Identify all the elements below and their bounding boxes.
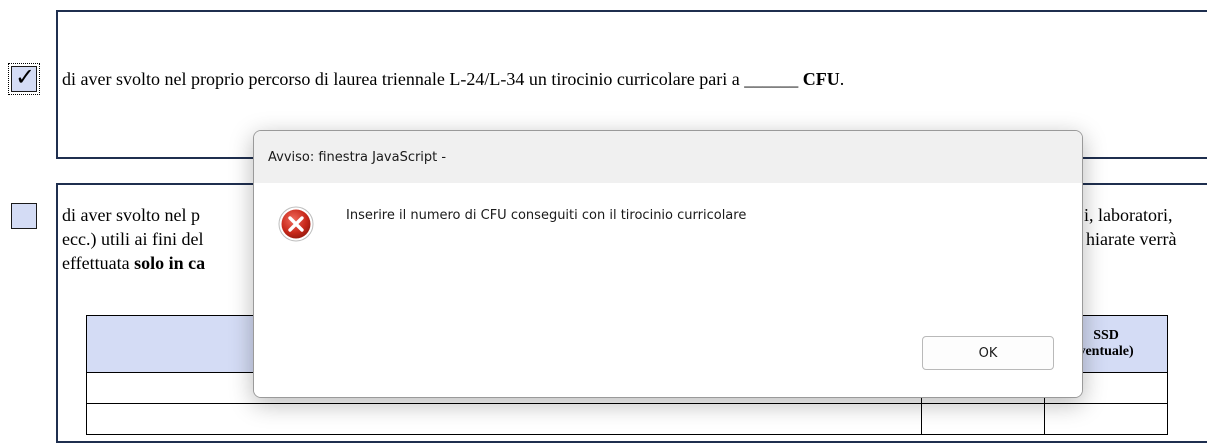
declaration-text-2-line3: effettuata solo in ca (62, 251, 205, 275)
cfu-checkbox-checked[interactable]: ✓ (8, 63, 40, 95)
declaration-text-2-line2-right: hiarate verrà (1086, 229, 1177, 249)
declaration-text-2-line1-left: di aver svolto nel p (62, 205, 200, 225)
period: . (839, 69, 845, 89)
table-cell[interactable] (1044, 402, 1168, 436)
table-row (85, 402, 1168, 436)
declaration-text-2-line2-left: ecc.) utili ai fini del (62, 229, 204, 249)
error-icon (278, 206, 314, 242)
checkmark-icon: ✓ (14, 63, 36, 91)
activities-checkbox[interactable] (11, 203, 37, 229)
cfu-label: CFU (802, 69, 840, 89)
table-cell[interactable] (921, 402, 1046, 436)
ssd-label: SSD (1093, 327, 1119, 343)
line3-prefix: effettuata (62, 253, 135, 273)
declaration-text-1-main: di aver svolto nel proprio percorso di l… (62, 69, 745, 89)
table-cell[interactable] (85, 402, 923, 436)
ssd-sublabel: ventuale) (1078, 343, 1134, 359)
javascript-alert-dialog: Avviso: finestra JavaScript - Inserire i… (253, 130, 1083, 398)
cfu-blank: ______ (744, 69, 799, 89)
declaration-text-1: di aver svolto nel proprio percorso di l… (62, 67, 844, 91)
dialog-title: Avviso: finestra JavaScript - (268, 149, 447, 165)
ok-button[interactable]: OK (922, 336, 1054, 370)
dialog-content: Inserire il numero di CFU conseguiti con… (254, 183, 1082, 397)
dialog-message: Inserire il numero di CFU conseguiti con… (346, 208, 747, 223)
declaration-text-2-line1-right: i, laboratori, (1084, 205, 1173, 225)
ok-button-label: OK (978, 345, 998, 361)
line3-bold: solo in ca (134, 253, 206, 273)
dialog-titlebar[interactable]: Avviso: finestra JavaScript - (254, 131, 1082, 184)
